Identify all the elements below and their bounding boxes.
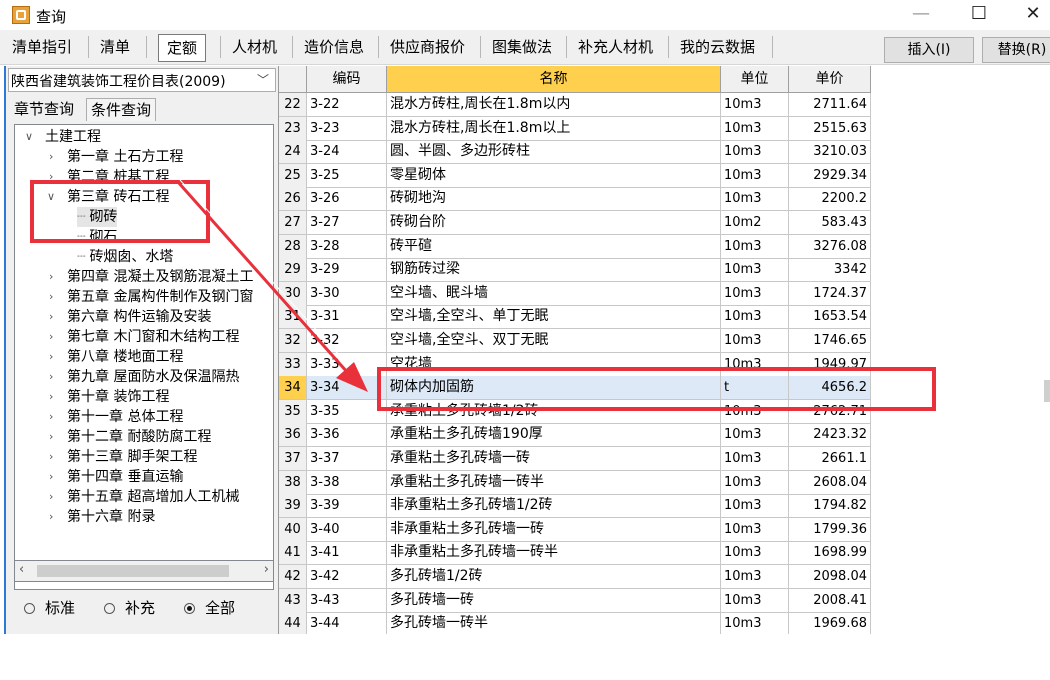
annotation-arrow	[176, 179, 368, 392]
arrow-line-inner	[179, 179, 361, 379]
arrow-line	[176, 181, 358, 383]
